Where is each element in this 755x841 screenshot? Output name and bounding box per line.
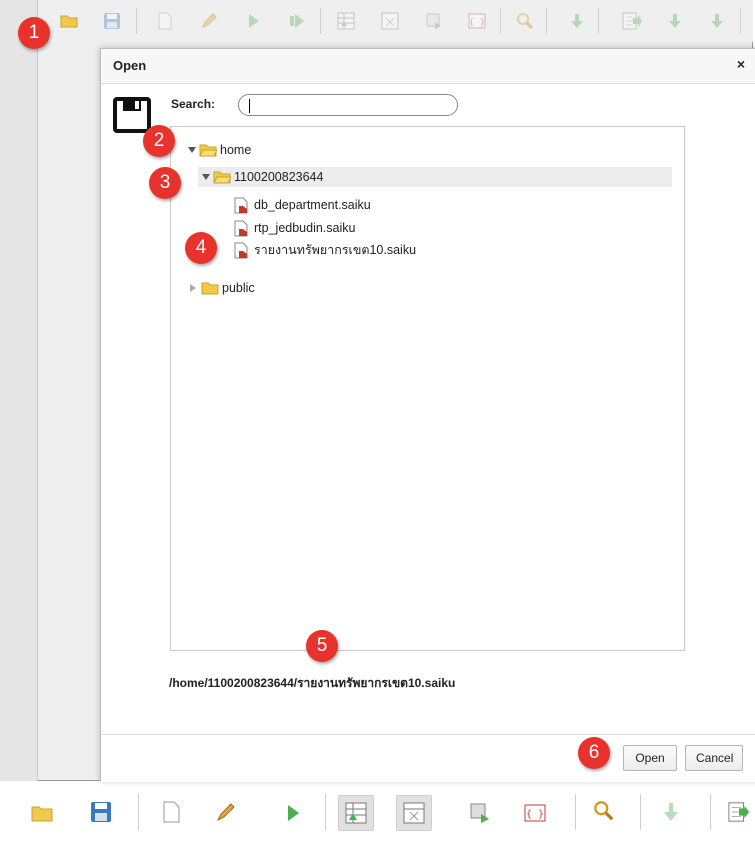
tree-folder-label: 1100200823644	[234, 170, 324, 184]
callout-badge-4: 4	[185, 232, 217, 264]
toolbar-separator	[136, 8, 137, 34]
mdx-icon[interactable]: { }	[466, 10, 488, 32]
folder-icon	[201, 282, 219, 294]
toolbar-separator	[325, 794, 326, 830]
svg-text:{ }: { }	[526, 809, 544, 820]
export-icon[interactable]	[621, 10, 643, 32]
tree-file[interactable]: db_department.saiku	[234, 195, 371, 215]
open-button[interactable]: Open	[623, 745, 677, 771]
zoom-icon[interactable]	[514, 10, 536, 32]
close-icon[interactable]: ×	[737, 56, 745, 72]
save-icon[interactable]	[101, 10, 123, 32]
collapse-arrow-icon[interactable]	[190, 284, 196, 292]
export-csv-icon[interactable]	[664, 10, 686, 32]
toolbar-separator	[740, 8, 741, 34]
svg-text:{ }: { }	[469, 18, 485, 28]
repository-tree: home 1100200823644 db_department.saiku r…	[170, 126, 685, 651]
folder-open-icon	[213, 171, 231, 183]
edit-icon[interactable]	[198, 10, 220, 32]
tree-file-label: รายงานทรัพยากรเขต10.saiku	[254, 243, 417, 257]
zoom-icon[interactable]	[593, 800, 615, 822]
run-auto-icon[interactable]	[286, 10, 308, 32]
toolbar-separator	[710, 794, 711, 830]
tree-folder-user[interactable]: 1100200823644	[198, 167, 672, 187]
folder-open-icon	[199, 144, 217, 156]
bottom-toolbar: { }	[0, 790, 755, 840]
non-empty-icon[interactable]	[403, 802, 425, 824]
folder-icon[interactable]	[31, 802, 53, 824]
toolbar-separator	[598, 8, 599, 34]
run-icon[interactable]	[282, 802, 304, 824]
export-pdf-icon[interactable]	[706, 10, 728, 32]
saiku-file-icon	[234, 242, 248, 258]
saiku-file-icon	[234, 197, 248, 213]
dialog-footer: Open Cancel	[101, 734, 755, 782]
saiku-file-icon	[234, 220, 248, 236]
toolbar-separator	[320, 8, 321, 34]
swap-axis-icon[interactable]	[469, 802, 491, 824]
save-icon[interactable]	[90, 801, 112, 823]
tree-folder-label: home	[220, 143, 252, 157]
cancel-button[interactable]: Cancel	[685, 745, 743, 771]
toolbar-separator	[500, 8, 501, 34]
selected-path: /home/1100200823644/รายงานทรัพยากรเขต10.…	[169, 676, 456, 690]
tree-file-label: db_department.saiku	[254, 198, 371, 212]
dialog-header: Open ×	[101, 49, 755, 84]
tree-folder-public[interactable]: public	[190, 278, 255, 298]
callout-badge-1: 1	[18, 17, 50, 49]
tree-file-label: rtp_jedbudin.saiku	[254, 221, 356, 235]
tree-file[interactable]: rtp_jedbudin.saiku	[234, 218, 355, 238]
save-icon	[113, 97, 151, 136]
toolbar-separator	[546, 8, 547, 34]
callout-badge-6: 6	[578, 737, 610, 769]
search-label: Search:	[171, 97, 216, 111]
search-input[interactable]	[238, 94, 458, 116]
tree-folder-label: public	[222, 281, 255, 295]
edit-icon[interactable]	[215, 801, 237, 823]
callout-badge-3: 3	[149, 167, 181, 199]
mdx-icon[interactable]: { }	[524, 802, 546, 824]
text-cursor	[249, 99, 250, 113]
toolbar-separator	[575, 794, 576, 830]
export-icon[interactable]	[728, 801, 750, 823]
new-query-icon[interactable]	[160, 801, 182, 823]
expand-arrow-icon[interactable]	[188, 147, 196, 153]
left-sidebar-strip	[0, 0, 38, 781]
expand-arrow-icon[interactable]	[202, 174, 210, 180]
run-icon[interactable]	[243, 10, 265, 32]
tree-folder-home[interactable]: home	[188, 140, 251, 160]
tree-file-selected[interactable]: รายงานทรัพยากรเขต10.saiku	[234, 240, 416, 260]
drill-icon[interactable]	[660, 801, 682, 823]
toolbar-separator	[138, 794, 139, 830]
callout-badge-2: 2	[143, 125, 175, 157]
swap-axis-icon[interactable]	[423, 10, 445, 32]
open-dialog: Open × Search: home 1100200823644 db_dep…	[100, 48, 755, 782]
top-toolbar: { }	[38, 0, 753, 42]
callout-badge-5: 5	[306, 630, 338, 662]
drill-icon[interactable]	[566, 10, 588, 32]
folder-icon[interactable]	[58, 10, 80, 32]
toolbar-separator	[640, 794, 641, 830]
dialog-title: Open	[113, 58, 147, 73]
table-icon[interactable]	[345, 802, 367, 824]
new-query-icon[interactable]	[154, 10, 176, 32]
toggle-sidebar-icon[interactable]	[379, 10, 401, 32]
toggle-fields-icon[interactable]	[335, 10, 357, 32]
